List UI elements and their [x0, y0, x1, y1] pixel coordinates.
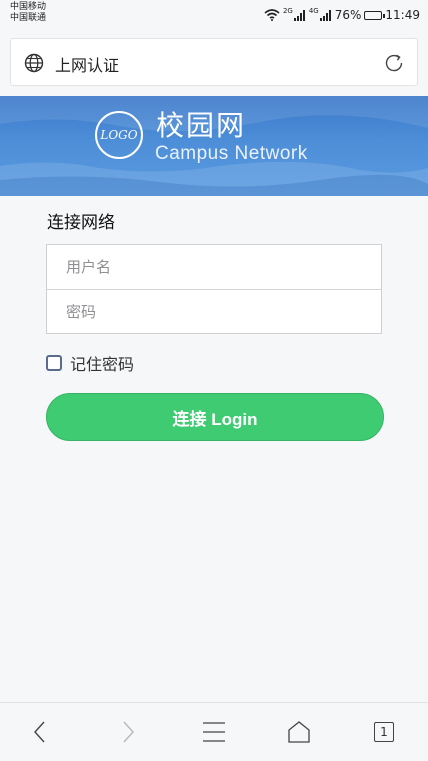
forward-button[interactable] — [97, 703, 157, 761]
brand-subtitle: Campus Network — [155, 143, 308, 164]
chevron-right-icon — [123, 721, 134, 743]
login-button[interactable]: 连接 Login — [46, 393, 384, 441]
remember-checkbox[interactable] — [46, 355, 62, 371]
refresh-icon[interactable] — [383, 52, 405, 74]
battery-percent: 76% — [334, 8, 362, 22]
signal-icon — [319, 9, 331, 21]
clock: 11:49 — [385, 8, 420, 22]
carrier-1: 中国移动 — [10, 2, 47, 12]
signal-2-label: 4G — [308, 7, 319, 15]
status-bar: 中国移动 中国联通 2G 4G 76% 11:49 — [0, 0, 428, 30]
home-icon — [288, 721, 310, 743]
signal-1-label: 2G — [282, 7, 293, 15]
address-bar[interactable]: 上网认证 — [10, 38, 418, 86]
form-title: 连接网络 — [47, 213, 115, 233]
menu-button[interactable] — [184, 703, 244, 761]
battery-icon — [364, 10, 386, 20]
remember-label: 记住密码 — [70, 355, 135, 374]
campus-banner: LOGO 校园网 Campus Network — [0, 96, 428, 196]
remember-password[interactable]: 记住密码 — [46, 351, 134, 375]
logo: LOGO — [95, 111, 143, 159]
back-button[interactable] — [11, 703, 71, 761]
menu-icon — [203, 722, 225, 742]
password-input[interactable] — [47, 290, 381, 334]
globe-icon — [24, 53, 44, 73]
carrier-2: 中国联通 — [10, 13, 47, 23]
username-input[interactable] — [47, 245, 381, 289]
carrier-names: 中国移动 中国联通 — [10, 2, 46, 24]
tabs-button[interactable]: 1 — [354, 703, 414, 761]
page-title: 上网认证 — [55, 56, 120, 75]
tabs-count: 1 — [374, 722, 394, 742]
wifi-icon — [264, 9, 280, 21]
login-fields — [46, 244, 382, 334]
status-indicators: 2G 4G 76% 11:49 — [264, 6, 420, 24]
signal-icon — [293, 9, 305, 21]
home-button[interactable] — [269, 703, 329, 761]
chevron-left-icon — [34, 721, 45, 743]
brand-title: 校园网 — [156, 109, 247, 142]
bottom-navigation: 1 — [0, 702, 428, 761]
